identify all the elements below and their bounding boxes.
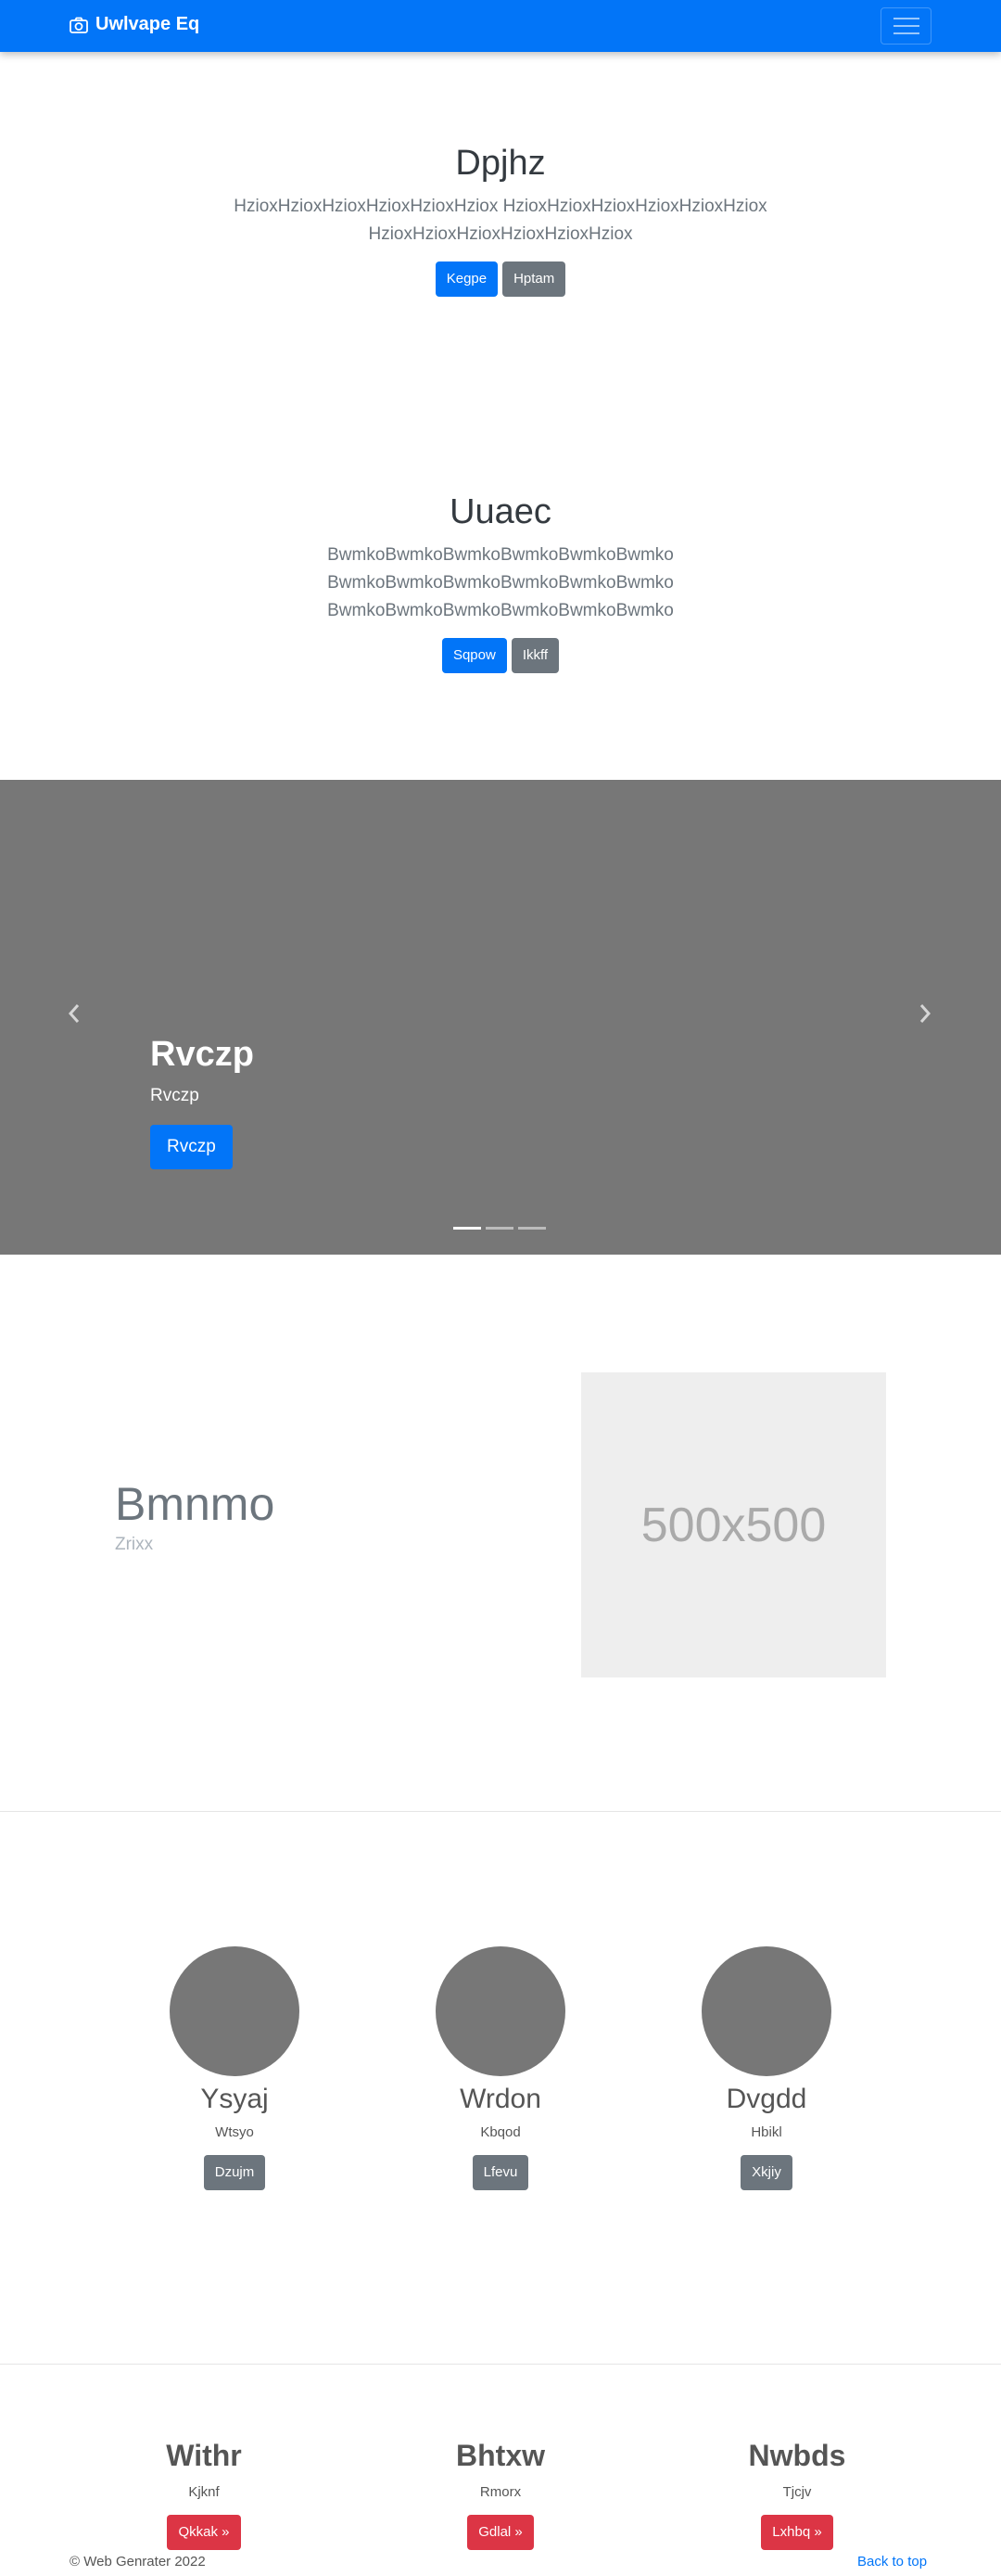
carousel-indicator[interactable] [453,1227,481,1230]
team-card: Wrdon Kbqod Lfevu [380,1946,621,2190]
carousel: Rvczp Rvczp Rvczp [0,780,1001,1255]
feature-column: Withr Kjknf Qkkak » [83,2439,324,2550]
feature-text: Tjcjv [782,2484,812,2500]
feature-button[interactable]: Gdlal » [467,2515,534,2550]
hero2-text-line: BwmkoBwmkoBwmkoBwmkoBwmkoBwmko [327,601,674,620]
hero1-secondary-button[interactable]: Hptam [502,261,566,297]
chevron-right-icon [919,1004,931,1023]
team-role: Hbikl [751,2124,782,2140]
carousel-prev-button[interactable] [67,1001,82,1032]
carousel-title: Rvczp [150,1035,254,1074]
team-role: Wtsyo [215,2124,254,2140]
team-name: Ysyaj [200,2084,269,2114]
team-card: Dvgdd Hbikl Xkjiy [646,1946,887,2190]
carousel-indicator[interactable] [486,1227,513,1230]
brand-link[interactable]: Uwlvape Eq [70,14,199,35]
hero2-primary-button[interactable]: Sqpow [441,638,507,673]
menu-toggle-button[interactable] [881,7,931,45]
carousel-indicator[interactable] [518,1227,546,1230]
hero1-primary-button[interactable]: Kegpe [435,261,499,297]
feature-column: Nwbds Tjcjv Lxhbq » [677,2439,918,2550]
hero1-title: Dpjhz [455,144,546,183]
feature-button[interactable]: Qkkak » [167,2515,241,2550]
featurette-subtitle: Zrixx [115,1535,154,1554]
featurette: Bmnmo Zrixx 500x500 [0,1255,1001,1811]
footer-copyright: © Web Genrater 2022 [70,2554,206,2570]
hero2-text-line: BwmkoBwmkoBwmkoBwmkoBwmkoBwmko [327,573,674,593]
chevron-left-icon [68,1004,80,1023]
feature-title: Nwbds [748,2439,846,2472]
section-divider [0,1811,1001,1812]
placeholder-label: 500x500 [640,1498,827,1552]
team-name: Wrdon [460,2084,541,2114]
feature-text: Rmorx [479,2484,522,2500]
hero-section-2: Uuaec BwmkoBwmkoBwmkoBwmkoBwmkoBwmko Bwm… [0,492,1001,673]
image-placeholder: 500x500 [581,1372,886,1677]
carousel-next-button[interactable] [918,1001,932,1032]
hero2-title: Uuaec [450,492,551,531]
team-button[interactable]: Lfevu [472,2155,529,2190]
carousel-button[interactable]: Rvczp [150,1125,233,1169]
team-name: Dvgdd [726,2084,807,2114]
carousel-text: Rvczp [150,1086,199,1105]
section-divider [0,2364,1001,2365]
feature-button[interactable]: Lxhbq » [761,2515,833,2550]
hero2-text-line: BwmkoBwmkoBwmkoBwmkoBwmkoBwmko [327,545,674,565]
feature-column: Bhtxw Rmorx Gdlal » [380,2439,621,2550]
featurette-title: Bmnmo [115,1478,275,1530]
hero-section-1: Dpjhz HzioxHzioxHzioxHzioxHzioxHziox Hzi… [0,144,1001,297]
hamburger-icon [893,18,919,19]
camera-icon [70,17,88,33]
feature-text: Kjknf [188,2484,220,2500]
team-button[interactable]: Dzujm [203,2155,266,2190]
feature-title: Bhtxw [456,2439,545,2472]
back-to-top-link[interactable]: Back to top [857,2554,927,2570]
brand-name: Uwlvape Eq [95,14,200,34]
team-card: Ysyaj Wtsyo Dzujm [114,1946,355,2190]
avatar [702,1946,831,2076]
team-button[interactable]: Xkjiy [741,2155,792,2190]
hero2-secondary-button[interactable]: Ikkff [511,638,560,673]
avatar [436,1946,565,2076]
team-role: Kbqod [480,2124,521,2140]
hero1-text: HzioxHzioxHzioxHzioxHzioxHziox HzioxHzio… [234,197,767,244]
feature-title: Withr [166,2439,242,2472]
carousel-caption: Rvczp Rvczp Rvczp [150,1035,254,1169]
carousel-indicators [453,1227,546,1230]
avatar [170,1946,299,2076]
navbar: Uwlvape Eq [0,0,1001,52]
